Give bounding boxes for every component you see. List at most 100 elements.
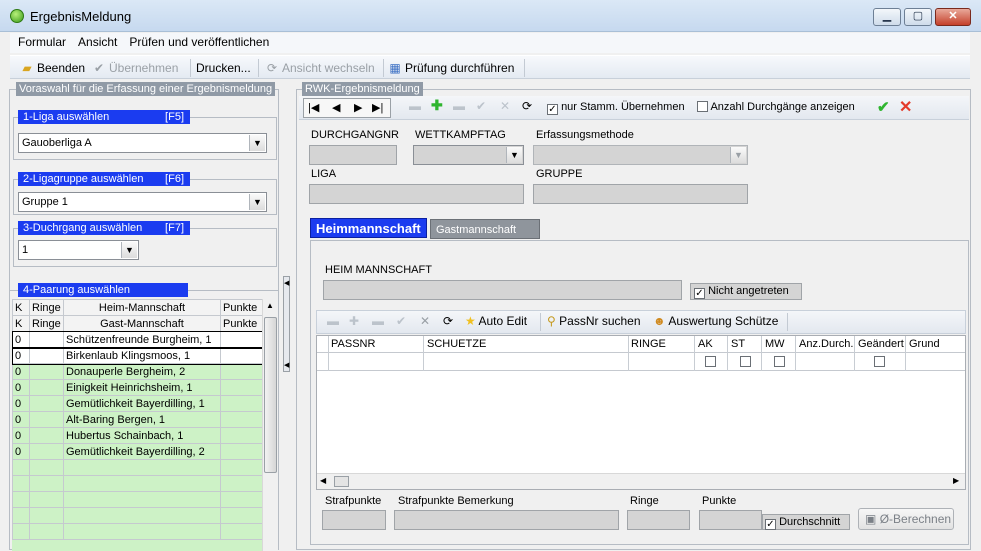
ringe-field[interactable] (627, 510, 690, 530)
col-grund[interactable]: Grund (909, 338, 940, 350)
geaendert-checkbox[interactable] (874, 356, 885, 367)
table-cell (12, 459, 30, 476)
strafpunkte-bemerkung-field[interactable] (394, 510, 619, 530)
col-anz-durch[interactable]: Anz.Durch. (799, 338, 853, 350)
delete-icon[interactable]: ▬ (372, 314, 384, 328)
table-row[interactable] (12, 491, 263, 508)
paarung-scrollbar[interactable]: ▲ (262, 299, 278, 551)
app-window: ErgebnisMeldung ▁ ▢ ✕ Formular Ansicht Prü… (0, 0, 981, 551)
table-row[interactable]: 0 Einigkeit Heinrichsheim, 1 (12, 379, 263, 396)
auto-edit-button[interactable]: ★ Auto Edit (465, 314, 527, 328)
minimize-button[interactable]: ▁ (873, 8, 901, 26)
table-row[interactable]: 0 Gemütlichkeit Bayerdilling, 1 (12, 395, 263, 412)
refresh-icon[interactable]: ⟳ (443, 314, 453, 328)
durchgang-select[interactable]: 1 ▼ (18, 240, 139, 260)
next-record-icon[interactable]: ▶ (354, 101, 362, 114)
gruppe-select[interactable]: Gruppe 1 ▼ (18, 192, 267, 212)
erfassungsmethode-select[interactable]: ▼ (533, 145, 748, 165)
mw-checkbox[interactable] (774, 356, 785, 367)
col-schuetze[interactable]: SCHUETZE (427, 338, 486, 350)
accept-icon[interactable]: ✔ (877, 98, 890, 116)
last-record-icon[interactable]: ▶| (372, 101, 383, 114)
table-row[interactable]: 0 Alt-Baring Bergen, 1 (12, 411, 263, 428)
minus-icon[interactable]: ▬ (327, 314, 339, 328)
table-row[interactable] (12, 475, 263, 492)
menu-ansicht[interactable]: Ansicht (70, 33, 121, 49)
table-row[interactable]: 0 Gemütlichkeit Bayerdilling, 2 (12, 443, 263, 460)
col-geaendert[interactable]: Geändert (858, 338, 904, 350)
col-st[interactable]: ST (731, 338, 745, 350)
reject-icon[interactable]: ✕ (899, 97, 912, 117)
table-row[interactable] (12, 459, 263, 476)
wettkampftag-select[interactable]: ▼ (413, 145, 524, 165)
beenden-button[interactable]: ▰ Beenden (20, 59, 85, 77)
scroll-thumb[interactable] (334, 476, 349, 487)
refresh-icon[interactable]: ⟳ (522, 99, 532, 113)
first-record-icon[interactable]: |◀ (308, 101, 319, 114)
ansicht-wechseln-button[interactable]: ⟳ Ansicht wechseln (265, 59, 375, 77)
paarung-grid[interactable]: K Ringe Heim-Mannschaft Punkte K Ringe Gast-M… (11, 299, 264, 551)
passnr-suchen-button[interactable]: ⚲ PassNr suchen (547, 314, 641, 328)
table-cell (220, 523, 263, 540)
menu-formular[interactable]: Formular (10, 33, 70, 49)
splitter-handle[interactable]: ◀ ◀ (283, 276, 290, 372)
table-row[interactable]: 0 Hubertus Schainbach, 1 (12, 427, 263, 444)
table-cell (12, 507, 30, 524)
drucken-button[interactable]: Drucken... (196, 59, 251, 77)
cancel-icon[interactable]: ✕ (420, 314, 430, 328)
col-passnr[interactable]: PASSNR (331, 338, 375, 350)
auswertung-button[interactable]: ☻ Auswertung Schütze (653, 314, 778, 328)
prev-record-icon[interactable]: ◀ (332, 101, 340, 114)
minus-icon[interactable]: ▬ (409, 99, 421, 113)
ak-checkbox[interactable] (705, 356, 716, 367)
menu-pruefen[interactable]: Prüfen und veröffentlichen (121, 33, 273, 49)
gruppe-field[interactable] (533, 184, 748, 204)
tab-gastmannschaft[interactable]: Gastmannschaft (430, 219, 540, 239)
ringe-label: Ringe (630, 495, 659, 507)
schuetzen-new-row[interactable] (317, 353, 965, 371)
col-mw[interactable]: MW (765, 338, 785, 350)
delete-icon[interactable]: ▬ (453, 99, 465, 113)
table-cell (29, 491, 64, 508)
close-button[interactable]: ✕ (935, 8, 971, 26)
table-row[interactable]: 0 Schützenfreunde Burgheim, 1 (11, 330, 264, 349)
table-cell: Birkenlaub Klingsmoos, 1 (63, 347, 221, 364)
liga-select[interactable]: Gauoberliga A ▼ (18, 133, 267, 153)
confirm-icon[interactable]: ✔ (396, 314, 406, 328)
durchschnitt-checkbox[interactable]: ✓ Durchschnitt (762, 514, 850, 530)
schuetzen-hscrollbar[interactable]: ◀ ▶ (317, 473, 965, 489)
durchgangnr-field[interactable] (309, 145, 397, 165)
add-icon[interactable]: ✚ (431, 97, 443, 114)
st-checkbox[interactable] (740, 356, 751, 367)
col-ak[interactable]: AK (698, 338, 713, 350)
schuetzen-grid[interactable]: PASSNR SCHUETZE RINGE AK ST MW Anz.Durch… (316, 335, 966, 490)
scroll-up-icon[interactable]: ▲ (266, 301, 274, 310)
scroll-right-icon[interactable]: ▶ (953, 476, 959, 485)
collapse-left-icon: ◀ (284, 280, 290, 287)
strafpunkte-label: Strafpunkte (325, 495, 382, 507)
maximize-button[interactable]: ▢ (904, 8, 932, 26)
anzahl-checkbox[interactable]: Anzahl Durchgänge anzeigen (697, 101, 855, 113)
liga-field[interactable] (309, 184, 524, 204)
strafpunkte-field[interactable] (322, 510, 386, 530)
col-ringe[interactable]: RINGE (631, 338, 666, 350)
table-row[interactable]: 0 Birkenlaub Klingsmoos, 1 (11, 346, 264, 365)
table-row[interactable] (12, 523, 263, 540)
tab-heimmannschaft[interactable]: Heimmannschaft (310, 218, 427, 238)
pruefung-button[interactable]: ▦ Prüfung durchführen (388, 59, 514, 77)
cancel-icon[interactable]: ✕ (500, 99, 510, 113)
table-row[interactable] (12, 507, 263, 524)
heim-mannschaft-field[interactable] (323, 280, 682, 300)
table-cell (63, 523, 221, 540)
nur-stamm-checkbox[interactable]: ✓ nur Stamm. Übernehmen (547, 101, 685, 115)
confirm-icon[interactable]: ✔ (476, 99, 486, 113)
search-icon: ⚲ (547, 314, 556, 328)
berechnen-button[interactable]: ▣ Ø-Berechnen (858, 508, 954, 530)
punkte-field[interactable] (699, 510, 762, 530)
nicht-angetreten-checkbox[interactable]: ✓ Nicht angetreten (690, 283, 802, 300)
uebernehmen-button[interactable]: ✔ Übernehmen (92, 59, 178, 77)
table-row[interactable]: 0 Donauperle Bergheim, 2 (12, 363, 263, 380)
add-icon[interactable]: ✚ (349, 314, 359, 328)
scroll-left-icon[interactable]: ◀ (320, 476, 326, 485)
scroll-thumb[interactable] (264, 317, 277, 473)
